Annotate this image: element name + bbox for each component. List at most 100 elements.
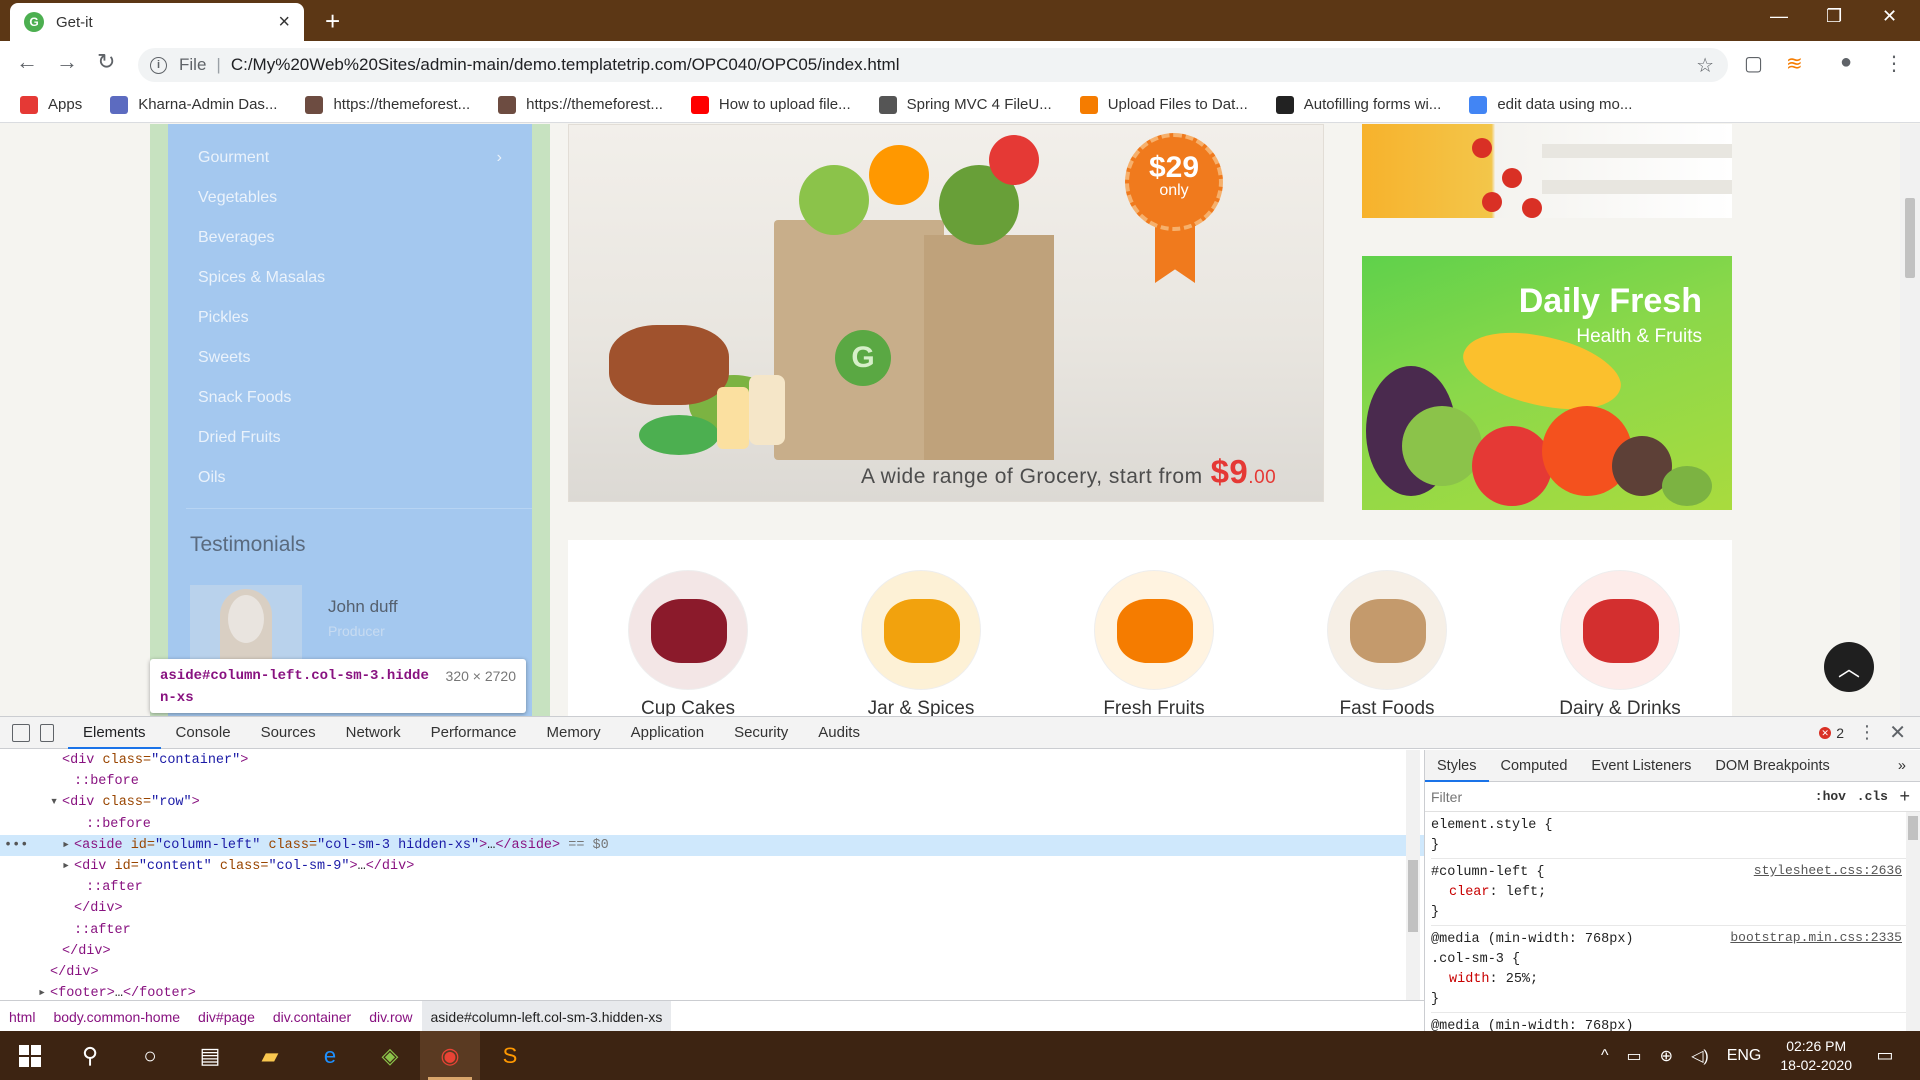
chevron-up-icon[interactable]: ^ (1601, 1047, 1609, 1065)
sidebar-category-item[interactable]: Snack Foods (168, 378, 532, 418)
devtools-tab-application[interactable]: Application (616, 717, 719, 749)
breadcrumb-item[interactable]: div.row (360, 1001, 421, 1033)
category-strip-label[interactable]: Jar & Spices (821, 698, 1021, 716)
dom-node-line[interactable]: ::before (0, 771, 1424, 792)
minimize-icon[interactable]: — (1770, 6, 1788, 27)
category-strip-label[interactable]: Cup Cakes (588, 698, 788, 716)
style-property[interactable]: clear: left; (1431, 883, 1914, 903)
sidebar-category-item[interactable]: Beverages (168, 218, 532, 258)
sidebar-category-item[interactable]: Pickles (168, 298, 532, 338)
dom-node-line[interactable]: <div class="container"> (0, 750, 1424, 771)
expand-triangle-icon[interactable]: ▸ (62, 856, 72, 877)
styles-scrollbar[interactable] (1906, 812, 1920, 1032)
forward-icon[interactable]: → (56, 49, 78, 75)
bookmark-item[interactable]: Kharna-Admin Das... (110, 95, 277, 114)
back-icon[interactable]: ← (16, 49, 38, 75)
devtools-tab-audits[interactable]: Audits (803, 717, 875, 749)
breadcrumb-item[interactable]: div.container (264, 1001, 360, 1033)
breadcrumb-item[interactable]: aside#column-left.col-sm-3.hidden-xs (421, 1000, 672, 1033)
category-thumb-image[interactable] (628, 570, 748, 690)
daily-fresh-banner[interactable]: Daily Fresh Health & Fruits (1362, 256, 1732, 510)
bookmark-item[interactable]: Upload Files to Dat... (1079, 95, 1248, 114)
dom-node-line[interactable]: </div> (0, 941, 1424, 962)
sidebar-category-item[interactable]: Vegetables (168, 178, 532, 218)
page-scrollbar[interactable] (1900, 124, 1920, 716)
browser-tab[interactable]: G Get-it × (10, 3, 304, 41)
devtools-tab-performance[interactable]: Performance (416, 717, 532, 749)
side-banner-top[interactable] (1362, 124, 1732, 218)
dom-node-line[interactable]: ▸ <footer>…</footer> (0, 983, 1424, 1000)
search-icon[interactable]: ⚲ (60, 1031, 120, 1080)
new-rule-icon[interactable]: + (1899, 786, 1910, 807)
error-counter[interactable]: ✕ 2 (1819, 725, 1844, 741)
category-strip-label[interactable]: Dairy & Drinks (1520, 698, 1720, 716)
menu-kebab-icon[interactable]: ⋮ (1884, 51, 1904, 76)
devtools-tab-elements[interactable]: Elements (68, 717, 161, 749)
layers-extension-icon[interactable]: ≋ (1786, 51, 1803, 76)
dom-node-line[interactable]: </div> (0, 898, 1424, 919)
category-thumb-image[interactable] (1327, 570, 1447, 690)
expand-triangle-icon[interactable]: ▾ (50, 792, 60, 813)
battery-icon[interactable]: ▭ (1627, 1046, 1642, 1066)
breadcrumb-item[interactable]: body.common-home (44, 1001, 189, 1033)
dom-node-line[interactable]: ::after (0, 920, 1424, 941)
close-window-icon[interactable]: ✕ (1882, 6, 1897, 27)
devtools-tab-console[interactable]: Console (161, 717, 246, 749)
page-scrollbar-thumb[interactable] (1905, 198, 1915, 278)
styles-tab-dom-breakpoints[interactable]: DOM Breakpoints (1703, 750, 1841, 782)
bookmark-item[interactable]: Spring MVC 4 FileU... (878, 95, 1052, 114)
styles-tab-styles[interactable]: Styles (1425, 750, 1489, 782)
more-actions-icon[interactable]: ••• (4, 835, 28, 856)
breadcrumb-item[interactable]: html (0, 1001, 44, 1033)
styles-filter-input[interactable] (1431, 788, 1771, 805)
device-toolbar-icon[interactable] (40, 723, 54, 742)
styles-tab-computed[interactable]: Computed (1489, 750, 1580, 782)
rule-selector[interactable]: element.style { (1431, 816, 1914, 836)
dom-node-line[interactable]: ••• ▸ <aside id="column-left" class="col-s… (0, 834, 1424, 856)
restore-icon[interactable]: ❐ (1826, 6, 1842, 27)
reload-icon[interactable]: ↻ (97, 49, 115, 75)
sidebar-category-item[interactable]: Dried Fruits (168, 418, 532, 458)
sidebar-category-item[interactable]: Oils (168, 458, 532, 498)
info-icon[interactable]: i (150, 56, 167, 74)
dom-node-line[interactable]: ▸ <div id="content" class="col-sm-9">…</d… (0, 856, 1424, 877)
devtools-menu-icon[interactable]: ⋮ (1858, 722, 1876, 743)
scroll-to-top-button[interactable]: ︿ (1824, 642, 1874, 692)
new-tab-button[interactable]: + (325, 6, 340, 36)
chrome-icon[interactable]: ◉ (420, 1031, 480, 1080)
profile-icon[interactable]: ● (1840, 51, 1852, 74)
styles-scrollbar-thumb[interactable] (1908, 816, 1918, 840)
rule-source-link[interactable]: stylesheet.css:2636 (1754, 863, 1902, 878)
style-property[interactable]: width: 25%; (1431, 970, 1914, 990)
breadcrumb-item[interactable]: div#page (189, 1001, 264, 1033)
category-strip-label[interactable]: Fresh Fruits (1054, 698, 1254, 716)
more-tabs-icon[interactable]: » (1884, 758, 1920, 774)
expand-triangle-icon[interactable]: ▸ (62, 835, 72, 856)
devtools-close-icon[interactable]: ✕ (1889, 720, 1906, 745)
elements-scrollbar[interactable] (1406, 750, 1420, 1000)
bookmark-item[interactable]: edit data using mo... (1469, 95, 1632, 114)
cls-toggle[interactable]: .cls (1857, 789, 1888, 804)
dom-node-line[interactable]: ::after (0, 877, 1424, 898)
sidebar-category-item[interactable]: Gourment › (168, 138, 532, 178)
close-tab-icon[interactable]: × (278, 12, 290, 32)
extension-icon[interactable]: ▢ (1744, 51, 1763, 76)
cortana-icon[interactable]: ○ (120, 1031, 180, 1080)
styles-tab-event-listeners[interactable]: Event Listeners (1579, 750, 1703, 782)
bookmark-item[interactable]: How to upload file... (690, 95, 851, 114)
dom-node-line[interactable]: ▾ <div class="row"> (0, 792, 1424, 813)
dom-node-line[interactable]: </div> (0, 962, 1424, 983)
category-thumb-image[interactable] (1560, 570, 1680, 690)
edge-icon[interactable]: e (300, 1031, 360, 1080)
address-bar[interactable]: i File | C:/My%20Web%20Sites/admin-main/… (138, 48, 1728, 82)
inspect-element-icon[interactable] (12, 723, 30, 742)
expand-triangle-icon[interactable]: ▸ (38, 983, 48, 1000)
devtools-tab-memory[interactable]: Memory (532, 717, 616, 749)
sidebar-category-item[interactable]: Sweets (168, 338, 532, 378)
devtools-tab-sources[interactable]: Sources (246, 717, 331, 749)
volume-icon[interactable]: ◁) (1691, 1046, 1709, 1066)
clock[interactable]: 02:26 PM 18-02-2020 (1780, 1037, 1852, 1075)
android-studio-icon[interactable]: ◈ (360, 1031, 420, 1080)
notifications-icon[interactable]: ▭ (1870, 1045, 1900, 1066)
sublime-text-icon[interactable]: S (480, 1031, 540, 1080)
